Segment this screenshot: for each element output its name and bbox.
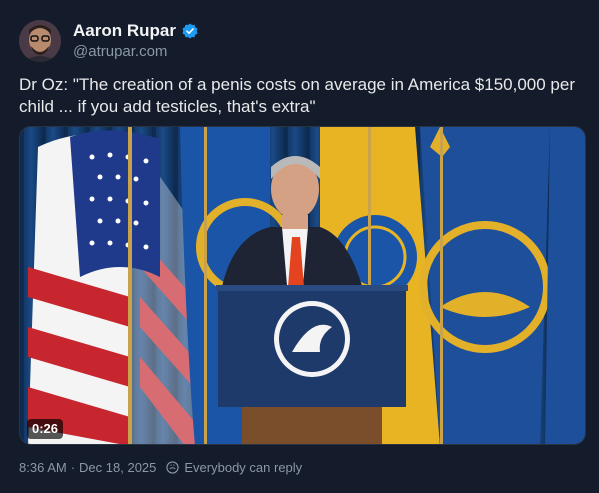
post-card[interactable]: Aaron Rupar @atrupar.com Dr Oz: "The cre… (0, 0, 599, 493)
footer-separator: · (70, 460, 76, 475)
post-date[interactable]: Dec 18, 2025 (79, 460, 156, 475)
avatar[interactable] (19, 20, 61, 62)
author-name[interactable]: Aaron Rupar (73, 21, 176, 41)
video-player[interactable] (19, 126, 586, 445)
post-footer: 8:36 AM · Dec 18, 2025 Everybody can rep… (19, 460, 302, 475)
author-handle[interactable]: @atrupar.com (73, 43, 167, 60)
podium (216, 285, 408, 444)
globe-icon (166, 461, 180, 474)
reply-setting[interactable]: Everybody can reply (166, 460, 302, 475)
reply-setting-label: Everybody can reply (184, 460, 303, 475)
video-duration: 0:26 (27, 419, 64, 439)
author-name-row[interactable]: Aaron Rupar (73, 21, 198, 41)
post-text: Dr Oz: "The creation of a penis costs on… (19, 75, 576, 116)
post-time[interactable]: 8:36 AM (19, 460, 67, 475)
hhs-flag-right (420, 127, 550, 444)
video-frame (20, 127, 585, 444)
verified-badge-icon (182, 23, 198, 39)
